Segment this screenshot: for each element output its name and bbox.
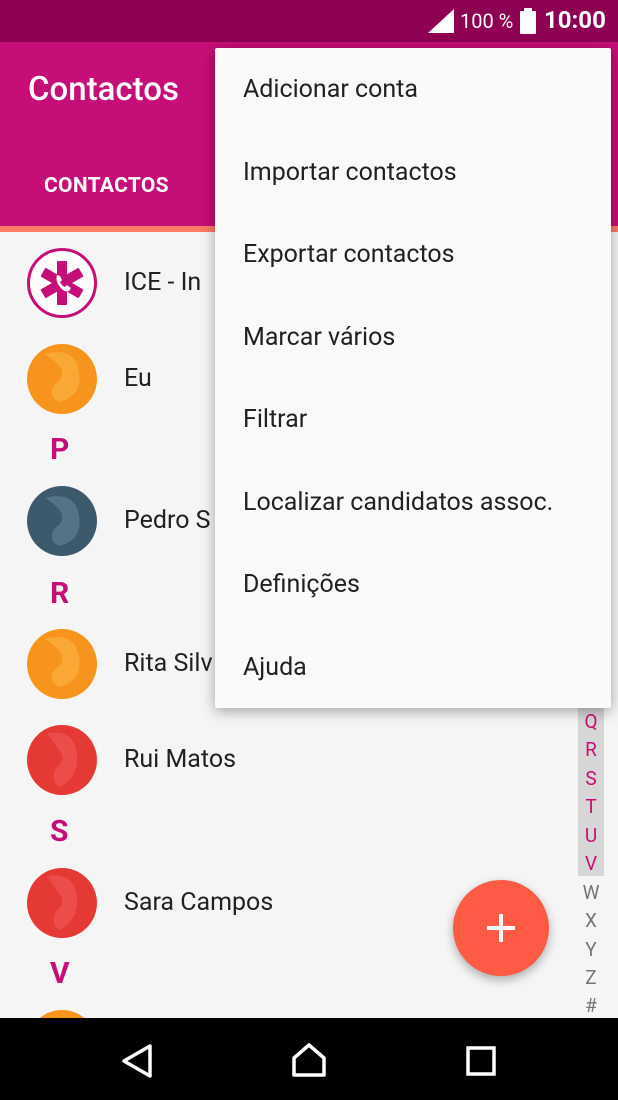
alphabet-index[interactable]: Q R S T U V W X Y Z #: [578, 708, 604, 1018]
contact-name-eu[interactable]: Eu: [124, 364, 152, 393]
ice-medical-icon: [40, 261, 84, 305]
back-triangle-icon[interactable]: [120, 1043, 154, 1079]
ice-avatar[interactable]: [27, 248, 97, 318]
menu-item-ajuda[interactable]: Ajuda: [215, 627, 611, 709]
home-icon[interactable]: [290, 1041, 328, 1079]
avatar[interactable]: [27, 868, 97, 938]
menu-item-importar-contactos[interactable]: Importar contactos: [215, 132, 611, 214]
menu-item-definicoes[interactable]: Definições: [215, 544, 611, 626]
contact-name-pedro[interactable]: Pedro S: [124, 506, 211, 535]
menu-item-localizar-candidatos[interactable]: Localizar candidatos assoc.: [215, 462, 611, 544]
clock: 10:00: [544, 6, 606, 34]
index-letter[interactable]: R: [578, 738, 604, 761]
add-contact-button[interactable]: [453, 880, 549, 976]
battery-icon: [520, 8, 536, 34]
battery-percent: 100 %: [460, 9, 514, 33]
section-letter-r: R: [50, 576, 70, 611]
menu-item-filtrar[interactable]: Filtrar: [215, 379, 611, 461]
status-bar: 100 % 10:00: [0, 0, 618, 42]
tab-contactos[interactable]: CONTACTOS: [44, 174, 169, 198]
avatar[interactable]: [27, 1010, 97, 1018]
contact-name-ice[interactable]: ICE - In: [124, 268, 201, 297]
navigation-bar: [0, 1018, 618, 1100]
index-letter[interactable]: X: [578, 909, 604, 932]
index-letter[interactable]: V: [578, 852, 604, 875]
section-letter-p: P: [50, 432, 70, 467]
menu-item-marcar-varios[interactable]: Marcar vários: [215, 297, 611, 379]
index-letter[interactable]: T: [578, 795, 604, 818]
index-letter[interactable]: W: [578, 881, 604, 904]
index-letter[interactable]: U: [578, 824, 604, 847]
contact-name-sara[interactable]: Sara Campos: [124, 888, 273, 917]
contact-name-rui[interactable]: Rui Matos: [124, 745, 236, 774]
avatar[interactable]: [27, 344, 97, 414]
alphabet-index-highlight: [578, 708, 604, 876]
contact-name-rita[interactable]: Rita Silv: [124, 649, 213, 678]
overflow-menu: Adicionar conta Importar contactos Expor…: [215, 48, 611, 708]
plus-icon: [487, 914, 515, 942]
index-letter[interactable]: Z: [578, 966, 604, 989]
index-letter[interactable]: S: [578, 767, 604, 790]
section-letter-s: S: [50, 814, 69, 849]
avatar[interactable]: [27, 486, 97, 556]
signal-icon: [428, 9, 454, 33]
index-letter[interactable]: Y: [578, 938, 604, 961]
page-title: Contactos: [28, 70, 179, 109]
avatar[interactable]: [27, 725, 97, 795]
menu-item-adicionar-conta[interactable]: Adicionar conta: [215, 49, 611, 131]
index-letter[interactable]: #: [578, 994, 604, 1017]
section-letter-v: V: [50, 956, 70, 991]
avatar[interactable]: [27, 629, 97, 699]
index-letter[interactable]: Q: [578, 710, 604, 733]
menu-item-exportar-contactos[interactable]: Exportar contactos: [215, 214, 611, 296]
recents-square-icon[interactable]: [466, 1046, 496, 1076]
